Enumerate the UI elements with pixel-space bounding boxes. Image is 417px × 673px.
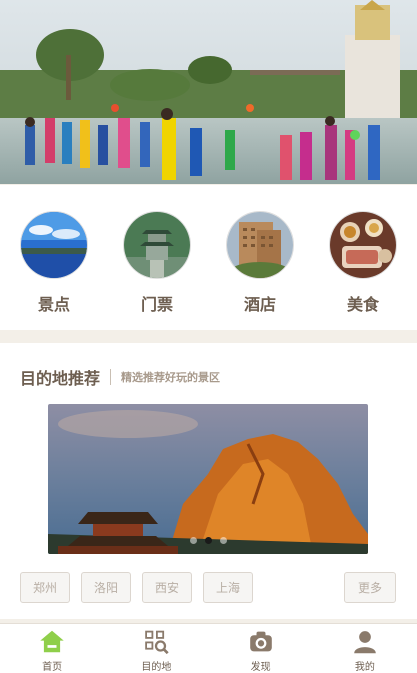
city-chip-luoyang[interactable]: 洛阳 (81, 572, 131, 603)
city-chip-zhengzhou[interactable]: 郑州 (20, 572, 70, 603)
tab-destination[interactable]: 目的地 (104, 624, 208, 673)
city-chips: 郑州 洛阳 西安 上海 (20, 572, 253, 603)
destination-carousel[interactable] (48, 404, 368, 554)
qr-search-icon (145, 630, 170, 655)
food-photo (329, 211, 397, 279)
tab-label: 目的地 (141, 662, 172, 673)
hotel-photo (226, 211, 294, 279)
section-header: 目的地推荐 精选推荐好玩的景区 (20, 365, 220, 389)
pagoda-photo (123, 211, 191, 279)
category-label: 美食 (346, 295, 379, 314)
category-row: 景点 门票 酒店 美食 (0, 185, 417, 330)
home-icon (40, 630, 64, 653)
city-chip-xian[interactable]: 西安 (142, 572, 192, 603)
tab-label: 我的 (354, 662, 375, 673)
city-chip-shanghai[interactable]: 上海 (203, 572, 253, 603)
section-title: 目的地推荐 (20, 369, 101, 388)
bottom-tab-bar: 首页 目的地 发现 我的 (0, 623, 417, 673)
tab-me[interactable]: 我的 (313, 624, 417, 673)
lake-photo (20, 211, 88, 279)
category-scenic-spots[interactable]: 景点 (20, 211, 88, 330)
category-label: 酒店 (243, 295, 276, 314)
category-label: 门票 (140, 295, 173, 314)
destination-section: 目的地推荐 精选推荐好玩的景区 郑州 洛阳 西安 上海 更多 (0, 343, 417, 619)
more-button[interactable]: 更多 (344, 572, 396, 603)
category-hotel[interactable]: 酒店 (226, 211, 294, 330)
category-label: 景点 (37, 295, 70, 314)
tab-discover[interactable]: 发现 (209, 624, 313, 673)
tab-label: 首页 (42, 662, 63, 673)
carousel-dot[interactable] (219, 537, 227, 544)
tab-label: 发现 (250, 662, 271, 673)
tab-home[interactable]: 首页 (0, 624, 104, 673)
category-tickets[interactable]: 门票 (123, 211, 191, 330)
mountain-temple-photo (48, 404, 368, 554)
category-food[interactable]: 美食 (329, 211, 397, 330)
section-subtitle: 精选推荐好玩的景区 (121, 371, 221, 384)
divider (110, 369, 112, 385)
water-festival-photo (0, 0, 417, 184)
hero-banner[interactable] (0, 0, 417, 184)
user-icon (354, 631, 376, 654)
camera-icon (249, 631, 272, 652)
carousel-dot[interactable] (189, 537, 197, 544)
carousel-dot-active[interactable] (204, 537, 212, 544)
carousel-indicators (48, 537, 368, 544)
